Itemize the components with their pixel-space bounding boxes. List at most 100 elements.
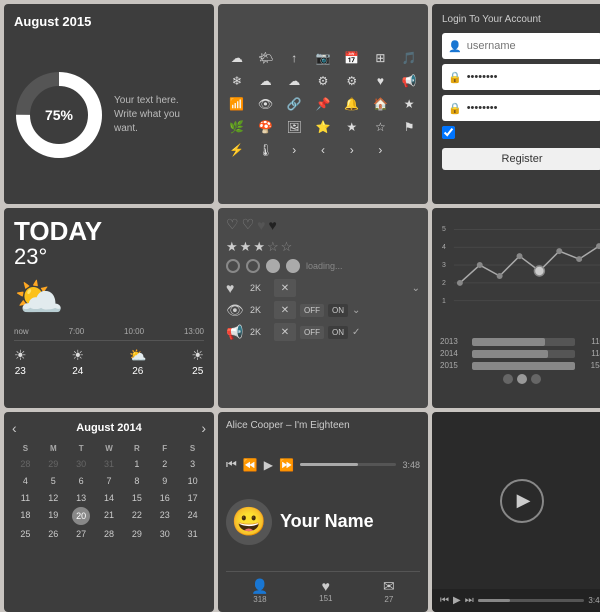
login-title: Login To Your Account [442, 14, 600, 25]
toggle-off-2[interactable]: OFF [300, 304, 324, 317]
icons-grid: ☁ 🌤 ↑ 📷 📅 ⊞ 🎵 ❄ ☁ ☁ ⚙ ⚙ ♥ 📢 📶 👁 🔗 📌 🔔 🏠 … [224, 48, 422, 160]
rewind-button[interactable]: ⏪ [243, 458, 258, 472]
prev-button[interactable]: ⏮ [226, 457, 237, 472]
cal-header-s2: S [179, 442, 206, 455]
toggle-close-3[interactable]: ✕ [274, 323, 296, 341]
nav-dot-3[interactable] [531, 374, 541, 384]
profile-nav-messages[interactable]: ✉ 27 [383, 578, 395, 604]
star3[interactable]: ★ [253, 239, 265, 255]
svg-text:2: 2 [442, 280, 446, 287]
cal-prev-button[interactable]: ‹ [12, 420, 17, 436]
cal-day-20-today[interactable]: 20 [72, 507, 90, 525]
cal-day-31a[interactable]: 31 [96, 456, 123, 472]
cal-day-25[interactable]: 25 [12, 526, 39, 542]
radio-dot1[interactable] [226, 259, 240, 273]
star1[interactable]: ★ [226, 239, 238, 255]
cal-day-15[interactable]: 15 [123, 490, 150, 506]
heart-outline1[interactable]: ♡ [226, 216, 239, 233]
cal-day-8[interactable]: 8 [123, 473, 150, 489]
cal-day-29[interactable]: 29 [40, 456, 67, 472]
bar-track-2015 [472, 362, 575, 370]
heart-filled1[interactable]: ♥ [257, 217, 265, 233]
cal-day-3[interactable]: 3 [179, 456, 206, 472]
toggle-icon-speaker: 📢 [226, 324, 246, 341]
cal-day-28b[interactable]: 28 [96, 526, 123, 542]
cal-day-10[interactable]: 10 [179, 473, 206, 489]
toggle-on-3[interactable]: ON [328, 326, 348, 339]
radio-dot2[interactable] [246, 259, 260, 273]
loading-label: loading... [306, 261, 343, 271]
cal-day-23[interactable]: 23 [151, 507, 178, 525]
cal-day-4[interactable]: 4 [12, 473, 39, 489]
star4[interactable]: ☆ [267, 239, 279, 255]
donut-text-line1: Your text here. [114, 94, 204, 108]
cal-day-14[interactable]: 14 [96, 490, 123, 506]
register-button[interactable]: Register [442, 148, 600, 170]
cal-day-2[interactable]: 2 [151, 456, 178, 472]
cal-day-22[interactable]: 22 [123, 507, 150, 525]
profile-nav-likes[interactable]: ♥ 151 [319, 578, 332, 604]
cal-day-11[interactable]: 11 [12, 490, 39, 506]
cal-day-1[interactable]: 1 [123, 456, 150, 472]
weather-widget: TODAY 23° ⛅ now 7:00 10:00 13:00 ☀ 23 ☀ … [4, 208, 214, 408]
cal-day-17[interactable]: 17 [179, 490, 206, 506]
cal-day-6[interactable]: 6 [68, 473, 95, 489]
widget-title: August 2015 [14, 14, 204, 29]
toggle-on-2[interactable]: ON [328, 304, 348, 317]
radio-dot4[interactable] [286, 259, 300, 273]
password1-input[interactable] [467, 71, 600, 83]
cal-day-18[interactable]: 18 [12, 507, 39, 525]
toggle-off-3[interactable]: OFF [300, 326, 324, 339]
heart-dark[interactable]: ♥ [268, 217, 276, 233]
play-button[interactable]: ▶ [264, 458, 273, 472]
cal-day-30[interactable]: 30 [68, 456, 95, 472]
username-input[interactable] [467, 40, 600, 52]
icon-grid: ⊞ [368, 48, 394, 68]
calendar-title: August 2014 [76, 422, 141, 434]
cal-day-16[interactable]: 16 [151, 490, 178, 506]
video-play-ctrl[interactable]: ▶ [453, 595, 461, 606]
cal-day-30b[interactable]: 30 [151, 526, 178, 542]
remember-checkbox[interactable] [442, 126, 455, 139]
nav-dot-1[interactable] [503, 374, 513, 384]
toggle-chevron-2[interactable]: ⌄ [352, 305, 360, 316]
cal-day-7[interactable]: 7 [96, 473, 123, 489]
icons-panel: ☁ 🌤 ↑ 📷 📅 ⊞ 🎵 ❄ ☁ ☁ ⚙ ⚙ ♥ 📢 📶 👁 🔗 📌 🔔 🏠 … [218, 4, 428, 204]
cal-day-31b[interactable]: 31 [179, 526, 206, 542]
cal-day-26[interactable]: 26 [40, 526, 67, 542]
ui-elements-panel: ♡ ♡ ♥ ♥ ★ ★ ★ ☆ ☆ loading... ♥ 2K ✕ ⌄ [218, 208, 428, 408]
cal-day-19[interactable]: 19 [40, 507, 67, 525]
toggle-row-eye: 👁 2K ✕ OFF ON ⌄ [226, 301, 420, 319]
video-prev-button[interactable]: ⏮ [440, 595, 449, 606]
cal-day-5[interactable]: 5 [40, 473, 67, 489]
icon-plant: 🌿 [224, 117, 250, 137]
august-2015-widget: August 2015 75% Your text here. Write wh… [4, 4, 214, 204]
cal-day-27[interactable]: 27 [68, 526, 95, 542]
profile-nav-users[interactable]: 👤 318 [251, 578, 268, 604]
cal-day-12[interactable]: 12 [40, 490, 67, 506]
cal-day-29b[interactable]: 29 [123, 526, 150, 542]
cal-next-button[interactable]: › [201, 420, 206, 436]
cal-day-28[interactable]: 28 [12, 456, 39, 472]
icon-note: 🎵 [396, 48, 422, 68]
cal-day-9[interactable]: 9 [151, 473, 178, 489]
toggle-close-1[interactable]: ✕ [274, 279, 296, 297]
video-play-button[interactable]: ▶ [500, 479, 544, 523]
star5[interactable]: ☆ [281, 239, 293, 255]
radio-dot3[interactable] [266, 259, 280, 273]
heart-outline2[interactable]: ♡ [242, 216, 255, 233]
icon-chevronRight3: › [368, 140, 394, 160]
fast-forward-button[interactable]: ⏩ [279, 458, 294, 472]
cal-day-21[interactable]: 21 [96, 507, 123, 525]
icon-gear2: ⚙ [339, 71, 365, 91]
password2-input[interactable] [467, 102, 600, 114]
toggle-close-2[interactable]: ✕ [274, 301, 296, 319]
profile-avatar: 😀 [226, 499, 272, 545]
video-next-button[interactable]: ⏭ [465, 595, 474, 606]
nav-dot-2[interactable] [517, 374, 527, 384]
toggle-chevron-1[interactable]: ⌄ [412, 283, 420, 294]
cal-header-s1: S [12, 442, 39, 455]
star2[interactable]: ★ [240, 239, 252, 255]
cal-day-13[interactable]: 13 [68, 490, 95, 506]
cal-day-24[interactable]: 24 [179, 507, 206, 525]
